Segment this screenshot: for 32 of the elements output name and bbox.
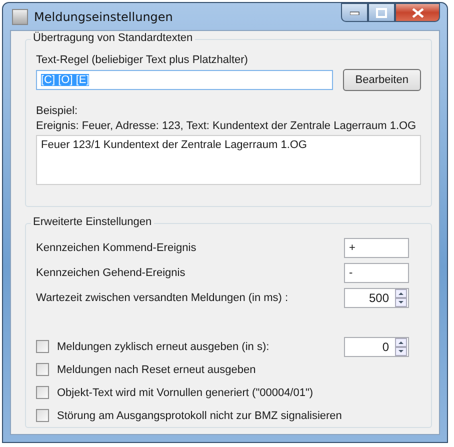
checkbox-label: Meldungen nach Reset erneut ausgeben [57, 364, 257, 376]
output-field[interactable]: Feuer 123/1 Kundentext der Zentrale Lagerraum 1.OG [36, 135, 421, 185]
number-field[interactable]: 0 [344, 336, 409, 356]
edit-button[interactable]: Bearbeiten [342, 69, 421, 91]
checkbox-label: Störung am Ausgangsprotokoll nicht zur BMZ signalisieren [57, 410, 343, 422]
window-title: Meldungseinstellungen [34, 10, 174, 24]
checkbox[interactable] [36, 409, 49, 422]
example-text: Ereignis: Feuer, Adresse: 123, Text: Kundentext der Zentrale Lagerraum 1.OG [36, 120, 418, 132]
checkbox[interactable] [36, 386, 49, 399]
group-title: Erweiterte Einstellungen [31, 216, 154, 228]
checkbox[interactable] [36, 340, 49, 353]
spin-arrows-icon[interactable] [395, 289, 407, 307]
maximize-button[interactable] [368, 3, 395, 22]
field-label: Wartezeit zwischen versandten Meldungen (in ms) : [36, 292, 288, 304]
number-field[interactable]: 500 [344, 288, 409, 308]
minimize-icon [350, 10, 360, 14]
close-button[interactable] [395, 3, 440, 22]
example-label: Beispiel: [36, 105, 79, 117]
spin-arrows-icon[interactable] [395, 338, 407, 356]
text-field[interactable]: + [344, 238, 409, 258]
window-icon [12, 8, 28, 24]
checkbox[interactable] [36, 363, 49, 376]
field-label: Kennzeichen Gehend-Ereignis [36, 267, 186, 279]
close-icon [412, 8, 424, 18]
field-label: Text-Regel (beliebiger Text plus Platzhalter) [36, 54, 249, 66]
field-label: Kennzeichen Kommend-Ereignis [36, 242, 196, 254]
text-field[interactable]: - [344, 263, 409, 283]
checkbox-label: Objekt-Text wird mit Vornullen generiert ("00004/01") [57, 386, 314, 398]
group-title: Übertragung von Standardtexten [31, 32, 195, 44]
minimize-button[interactable] [341, 3, 368, 22]
checkbox-label: Meldungen zyklisch erneut ausgeben (in s): [57, 340, 270, 352]
maximize-icon [376, 8, 387, 18]
